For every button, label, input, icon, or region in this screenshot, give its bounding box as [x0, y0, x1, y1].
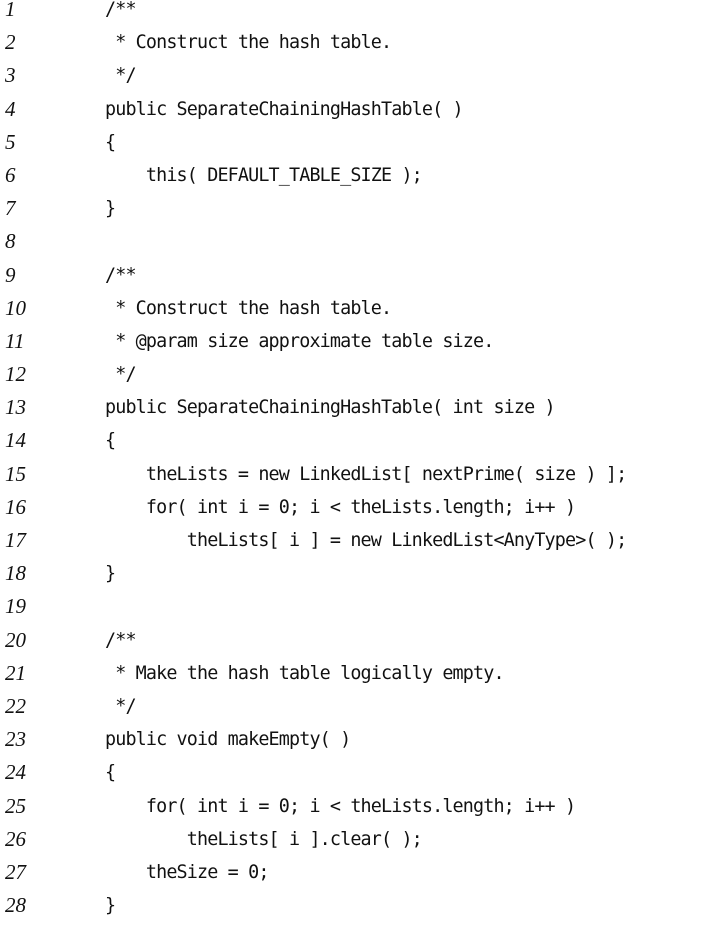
code-text: * Construct the hash table.	[105, 32, 392, 54]
line-number: 22	[5, 693, 26, 718]
code-text: {	[105, 762, 116, 784]
code-text: theLists[ i ].clear( );	[105, 828, 423, 850]
line-number: 20	[5, 627, 26, 652]
code-text: for( int i = 0; i < theLists.length; i++…	[105, 496, 576, 518]
line-number: 25	[5, 793, 26, 818]
code-text: theLists[ i ] = new LinkedList<AnyType>(…	[105, 530, 627, 551]
code-text: }	[105, 198, 116, 220]
code-text: this( DEFAULT_TABLE_SIZE );	[105, 164, 423, 186]
code-text: public SeparateChainingHashTable( int si…	[105, 397, 556, 419]
line-number: 26	[5, 826, 26, 851]
line-number: 17	[5, 528, 26, 552]
line-number: 7	[5, 196, 16, 221]
code-line: 18}	[0, 561, 701, 597]
code-text: */	[105, 65, 136, 87]
line-number: 13	[5, 395, 26, 420]
line-number: 23	[5, 727, 26, 752]
code-text: /**	[105, 0, 137, 20]
code-line: 28}	[0, 893, 701, 929]
line-number: 3	[5, 63, 16, 88]
line-number: 12	[5, 362, 26, 387]
line-number: 14	[5, 428, 26, 453]
code-text: theSize = 0;	[105, 861, 270, 883]
code-listing: 1/** 2 * Construct the hash table. 3 */ …	[0, 0, 701, 929]
code-text: {	[105, 131, 116, 153]
code-text: for( int i = 0; i < theLists.length; i++…	[105, 795, 576, 817]
line-number: 9	[5, 262, 16, 287]
line-number: 18	[5, 561, 26, 586]
line-number: 15	[5, 461, 26, 486]
code-text: public void makeEmpty( )	[105, 729, 351, 751]
line-number: 1	[5, 0, 16, 21]
code-text: /**	[105, 629, 137, 651]
code-text: */	[105, 364, 136, 386]
line-number: 21	[5, 660, 26, 685]
code-line: 7}	[0, 196, 701, 232]
line-number: 4	[5, 96, 16, 121]
code-text: }	[105, 563, 116, 585]
code-text: theLists = new LinkedList[ nextPrime( si…	[105, 463, 627, 485]
line-number: 5	[5, 129, 16, 154]
line-number: 16	[5, 494, 26, 519]
line-number: 27	[5, 859, 26, 884]
code-text: public SeparateChainingHashTable( )	[105, 98, 464, 120]
line-number: 6	[5, 162, 16, 187]
code-text: */	[105, 695, 136, 717]
line-number: 28	[5, 893, 26, 918]
line-number: 19	[5, 594, 26, 619]
code-text: * @param size approximate table size.	[105, 330, 494, 352]
code-text: * Make the hash table logically empty.	[105, 662, 504, 684]
code-text: * Construct the hash table.	[105, 297, 392, 319]
code-text: /**	[105, 264, 137, 286]
line-number: 2	[5, 30, 16, 55]
line-number: 24	[5, 760, 26, 785]
line-number: 11	[5, 328, 25, 353]
code-text: {	[105, 430, 116, 452]
code-text: }	[105, 895, 116, 917]
line-number: 8	[5, 229, 16, 254]
line-number: 10	[5, 295, 26, 320]
